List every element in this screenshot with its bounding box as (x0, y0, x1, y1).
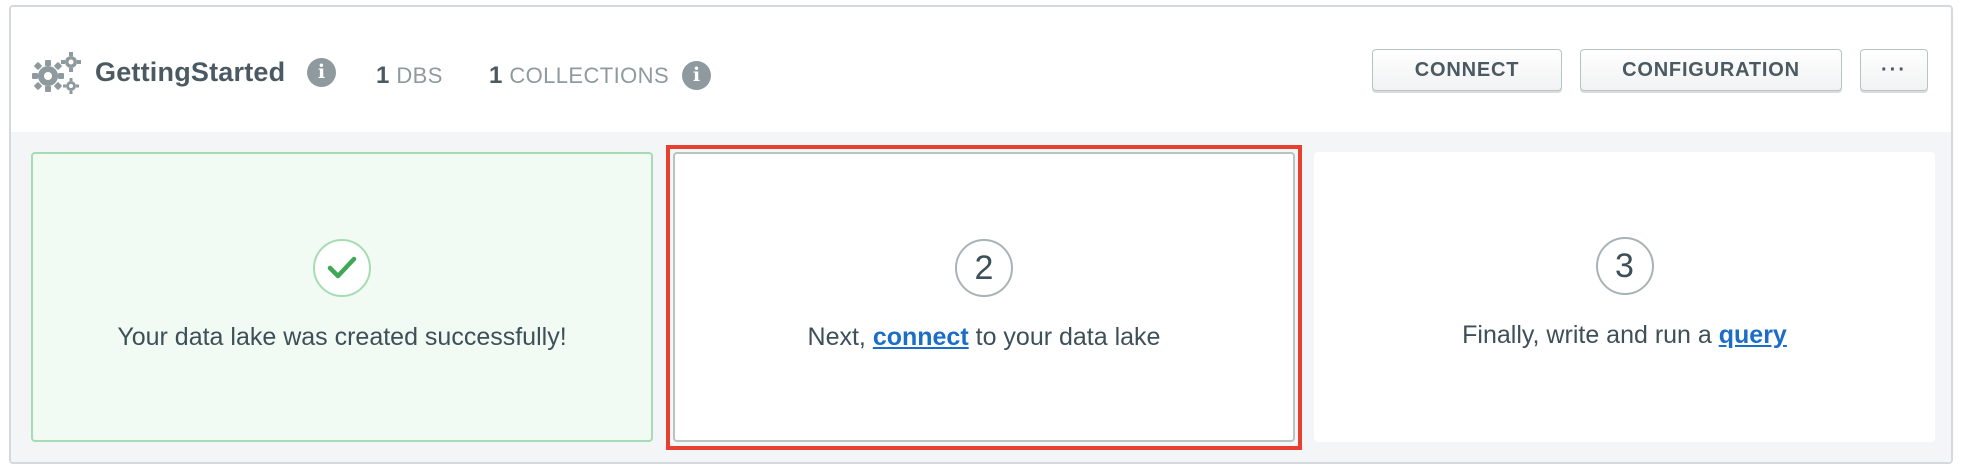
step-3-text-before: Finally, write and run a (1462, 321, 1719, 349)
step-number-badge: 3 (1595, 237, 1654, 295)
gears-icon (32, 52, 81, 94)
dbs-stat: 1 DBS (376, 61, 443, 94)
step-card-query: 3 Finally, write and run a query (1314, 152, 1935, 442)
query-link[interactable]: query (1719, 321, 1787, 349)
panel-header: GettingStarted i 1 DBS 1 COLLECTIONS i CON… (11, 7, 1951, 132)
collections-count: 1 (489, 62, 503, 89)
data-lake-title: GettingStarted (95, 57, 286, 87)
step-card-created: Your data lake was created successfully! (31, 152, 653, 442)
step-2-text: Next, connect to your data lake (675, 321, 1293, 353)
configuration-button[interactable]: CONFIGURATION (1580, 49, 1842, 91)
checkmark-icon (313, 239, 371, 297)
step-1-text: Your data lake was created successfully! (117, 323, 567, 351)
collections-stat: 1 COLLECTIONS (489, 61, 669, 94)
step-number-badge: 2 (955, 239, 1013, 297)
step-3-text: Finally, write and run a query (1314, 319, 1935, 351)
collections-info-icon[interactable]: i (682, 61, 711, 90)
dbs-label: DBS (396, 63, 443, 88)
more-options-button[interactable]: ··· (1860, 49, 1928, 91)
info-icon[interactable]: i (307, 58, 336, 87)
step-2-text-after: to your data lake (968, 323, 1161, 351)
data-lake-panel: GettingStarted i 1 DBS 1 COLLECTIONS i CON… (9, 5, 1953, 464)
dbs-count: 1 (376, 62, 390, 89)
connect-link[interactable]: connect (873, 323, 969, 351)
step-2-text-before: Next, (807, 323, 873, 351)
connect-button[interactable]: CONNECT (1372, 49, 1562, 91)
step-card-connect: 2 Next, connect to your data lake (673, 152, 1295, 442)
collections-label: COLLECTIONS (509, 63, 670, 88)
